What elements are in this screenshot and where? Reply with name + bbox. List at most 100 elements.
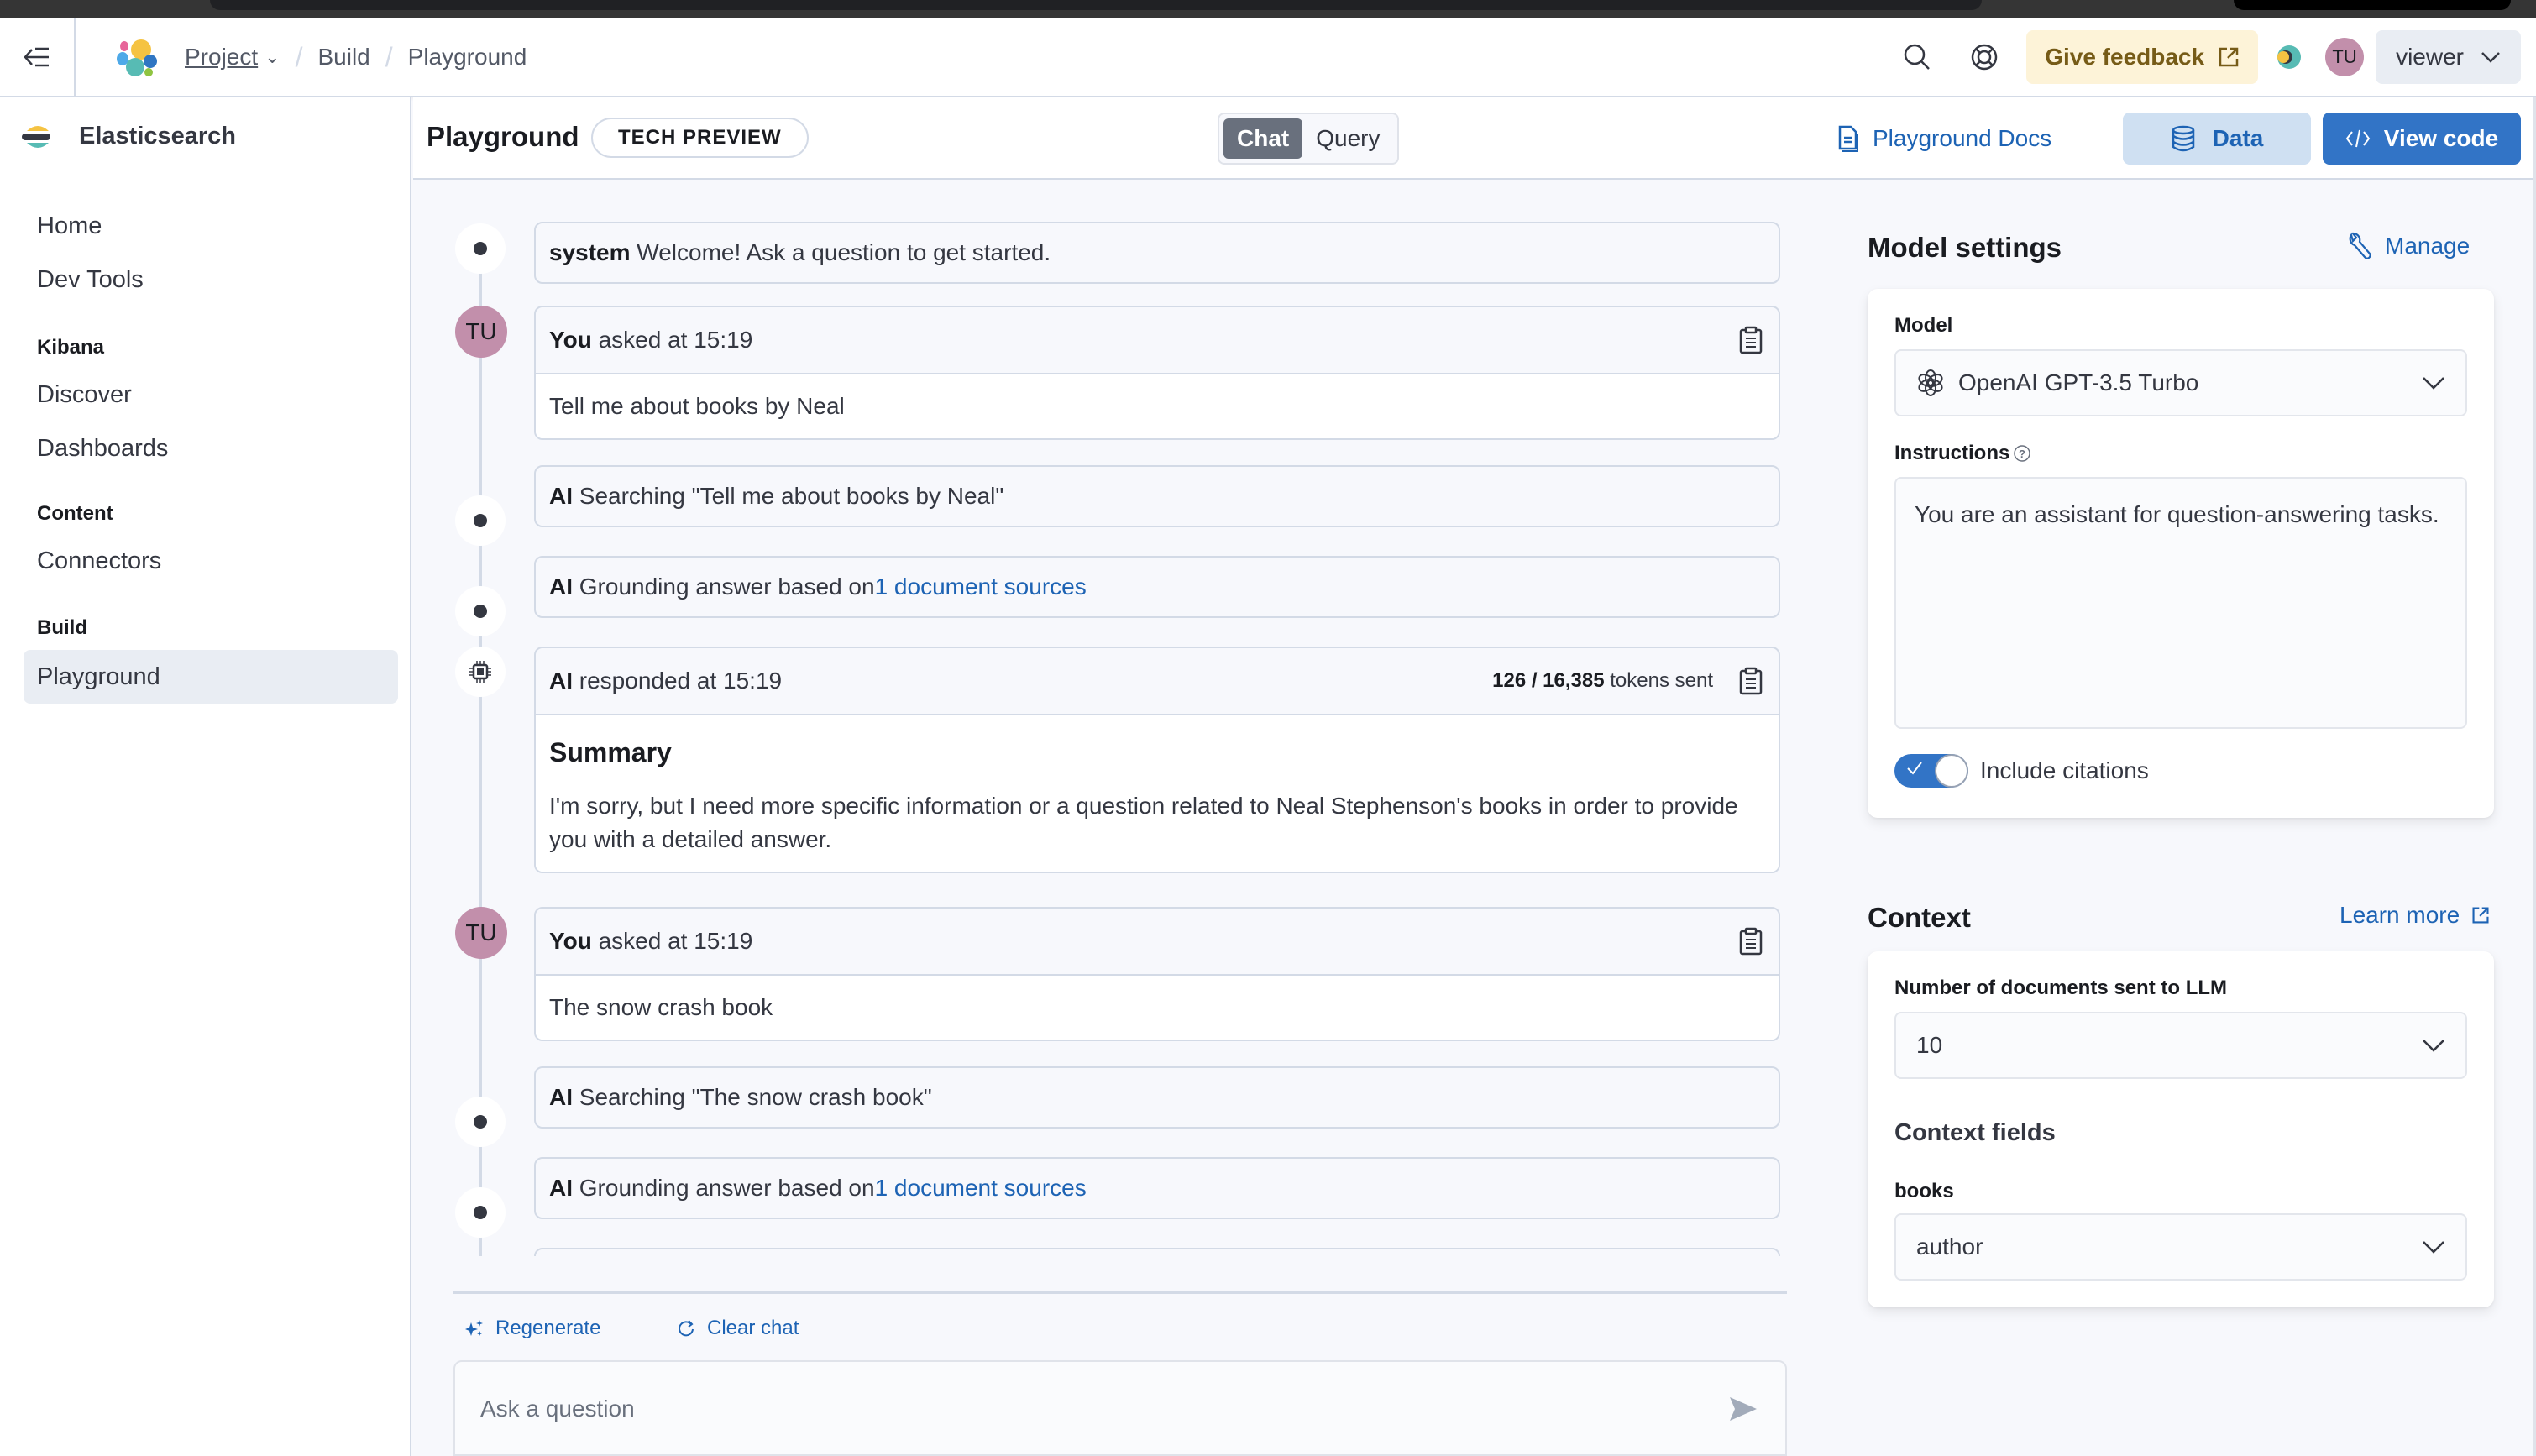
context-fields-title: Context fields (1894, 1119, 2056, 1146)
breadcrumb-playground: Playground (407, 44, 527, 70)
message-text: Tell me about books by Neal (536, 374, 1779, 438)
sidebar-item-discover[interactable]: Discover (24, 368, 398, 422)
tab-query[interactable]: Query (1302, 118, 1393, 159)
chevron-down-icon (2423, 377, 2444, 390)
playground-docs-link[interactable]: Playground Docs (1837, 113, 2051, 165)
learn-more-label: Learn more (2340, 902, 2460, 928)
sidebar-item-playground[interactable]: Playground (24, 650, 398, 704)
message-author: AI (549, 668, 573, 694)
copy-clipboard-icon[interactable] (1738, 326, 1763, 354)
cpu-chip-icon (469, 661, 491, 683)
search-icon (1904, 44, 1931, 70)
breadcrumb: Project ⌄ / Build / Playground (185, 18, 527, 96)
document-icon (1838, 125, 1858, 152)
tab-chat[interactable]: Chat (1223, 118, 1303, 159)
send-icon[interactable] (1725, 1391, 1762, 1427)
ai-status-message: AI Grounding answer based on 1 document s… (534, 1157, 1780, 1219)
chevron-down-icon (2423, 1241, 2444, 1254)
timeline-dot-icon (455, 1097, 506, 1147)
learn-more-link[interactable]: Learn more (2340, 902, 2490, 929)
sidebar-item-dashboards[interactable]: Dashboards (24, 422, 398, 475)
browser-chrome (0, 0, 2536, 18)
regenerate-label: Regenerate (495, 1317, 601, 1339)
message-text: The snow crash book (536, 976, 1779, 1040)
document-sources-link[interactable]: 1 document sources (875, 1175, 1087, 1202)
user-message: You asked at 15:19 Tell me about books b… (534, 306, 1780, 440)
regenerate-button[interactable]: Regenerate (465, 1310, 600, 1347)
openai-icon (1918, 369, 1943, 396)
sidebar-group-build: Build (37, 616, 87, 639)
ai-assistant-icon[interactable] (2275, 43, 2303, 71)
external-link-icon (2219, 47, 2239, 67)
help-button[interactable] (1959, 32, 2009, 82)
sidebar-item-label: Home (37, 212, 102, 239)
breadcrumb-project[interactable]: Project (185, 44, 258, 71)
sidebar-item-label: Playground (37, 663, 160, 690)
timeline-dot-icon (455, 223, 506, 274)
include-citations-toggle[interactable] (1894, 754, 1968, 788)
response-heading: Summary (549, 737, 672, 767)
response-text: I'm sorry, but I need more specific info… (549, 793, 1738, 852)
message-timestamp: asked at 15:19 (598, 327, 753, 353)
timeline-dot-icon (455, 586, 506, 636)
copy-clipboard-icon[interactable] (1738, 667, 1763, 695)
tokens-label: tokens sent (1610, 669, 1713, 692)
message-text: Grounding answer based on (579, 573, 875, 600)
sidebar-group-content: Content (37, 502, 113, 525)
search-button[interactable] (1892, 32, 1942, 82)
clear-chat-button[interactable]: Clear chat (677, 1310, 799, 1347)
sidebar-item-label: Discover (37, 380, 132, 408)
role-label: viewer (2396, 44, 2464, 70)
message-author: AI (549, 573, 573, 600)
breadcrumb-build[interactable]: Build (317, 44, 369, 71)
context-title: Context (1868, 902, 1971, 933)
tech-preview-badge: TECH PREVIEW (591, 118, 809, 158)
give-feedback-button[interactable]: Give feedback (2026, 30, 2259, 84)
message-text: Searching "The snow crash book" (579, 1084, 932, 1110)
system-message: system Welcome! Ask a question to get st… (534, 222, 1780, 284)
sidebar-item-home[interactable]: Home (24, 199, 398, 253)
data-button-label: Data (2212, 125, 2264, 151)
manage-connectors-link[interactable]: Manage (2346, 232, 2470, 260)
ai-status-message: AI Searching "Tell me about books by Nea… (534, 465, 1780, 527)
model-settings-card: Model OpenAI GPT-3.5 Turbo Instructions … (1868, 289, 2494, 818)
documents-count-select[interactable]: 10 (1894, 1012, 2467, 1079)
scrollbar-edge (2533, 97, 2536, 1456)
sidebar-brand[interactable]: Elasticsearch (22, 123, 236, 150)
question-input-box (453, 1360, 1787, 1456)
role-selector[interactable]: viewer (2376, 30, 2521, 84)
user-avatar[interactable]: TU (2325, 38, 2365, 76)
help-icon[interactable]: ? (2013, 444, 2031, 463)
message-timestamp: responded at 15:19 (579, 668, 783, 694)
chevron-down-icon[interactable]: ⌄ (265, 46, 280, 68)
data-button[interactable]: Data (2123, 113, 2311, 165)
user-avatar: TU (455, 306, 507, 358)
sidebar-item-dev-tools[interactable]: Dev Tools (24, 253, 398, 306)
sidebar-item-label: Dev Tools (37, 265, 144, 293)
elastic-logo-icon (117, 39, 157, 76)
timeline-dot-icon (455, 495, 506, 546)
tokens-sent: 126 / 16,385 tokens sent (1492, 669, 1713, 693)
collapse-nav-button[interactable] (0, 18, 76, 96)
user-avatar: TU (455, 907, 507, 959)
tokens-count: 126 / 16,385 (1492, 669, 1605, 692)
question-input[interactable] (480, 1385, 1656, 1432)
model-select[interactable]: OpenAI GPT-3.5 Turbo (1894, 349, 2467, 416)
breadcrumb-separator: / (295, 41, 303, 72)
browser-tab-bar (210, 0, 1982, 10)
instructions-textarea[interactable]: You are an assistant for question-answer… (1894, 477, 2467, 729)
documents-count-label: Number of documents sent to LLM (1894, 977, 2227, 999)
svg-text:?: ? (2019, 448, 2025, 460)
context-field-select[interactable]: author (1894, 1213, 2467, 1281)
chevron-down-icon (2423, 1040, 2444, 1052)
view-code-button[interactable]: View code (2323, 113, 2521, 165)
message-text: Searching "Tell me about books by Neal" (579, 483, 1004, 509)
model-value: OpenAI GPT-3.5 Turbo (1958, 369, 2199, 395)
sidebar-item-label: Dashboards (37, 434, 169, 462)
manage-label: Manage (2385, 233, 2471, 259)
document-sources-link[interactable]: 1 document sources (875, 573, 1087, 600)
copy-clipboard-icon[interactable] (1738, 927, 1763, 956)
docs-link-label: Playground Docs (1873, 125, 2052, 151)
sidebar-item-connectors[interactable]: Connectors (24, 534, 398, 588)
sparkles-icon (465, 1320, 483, 1336)
